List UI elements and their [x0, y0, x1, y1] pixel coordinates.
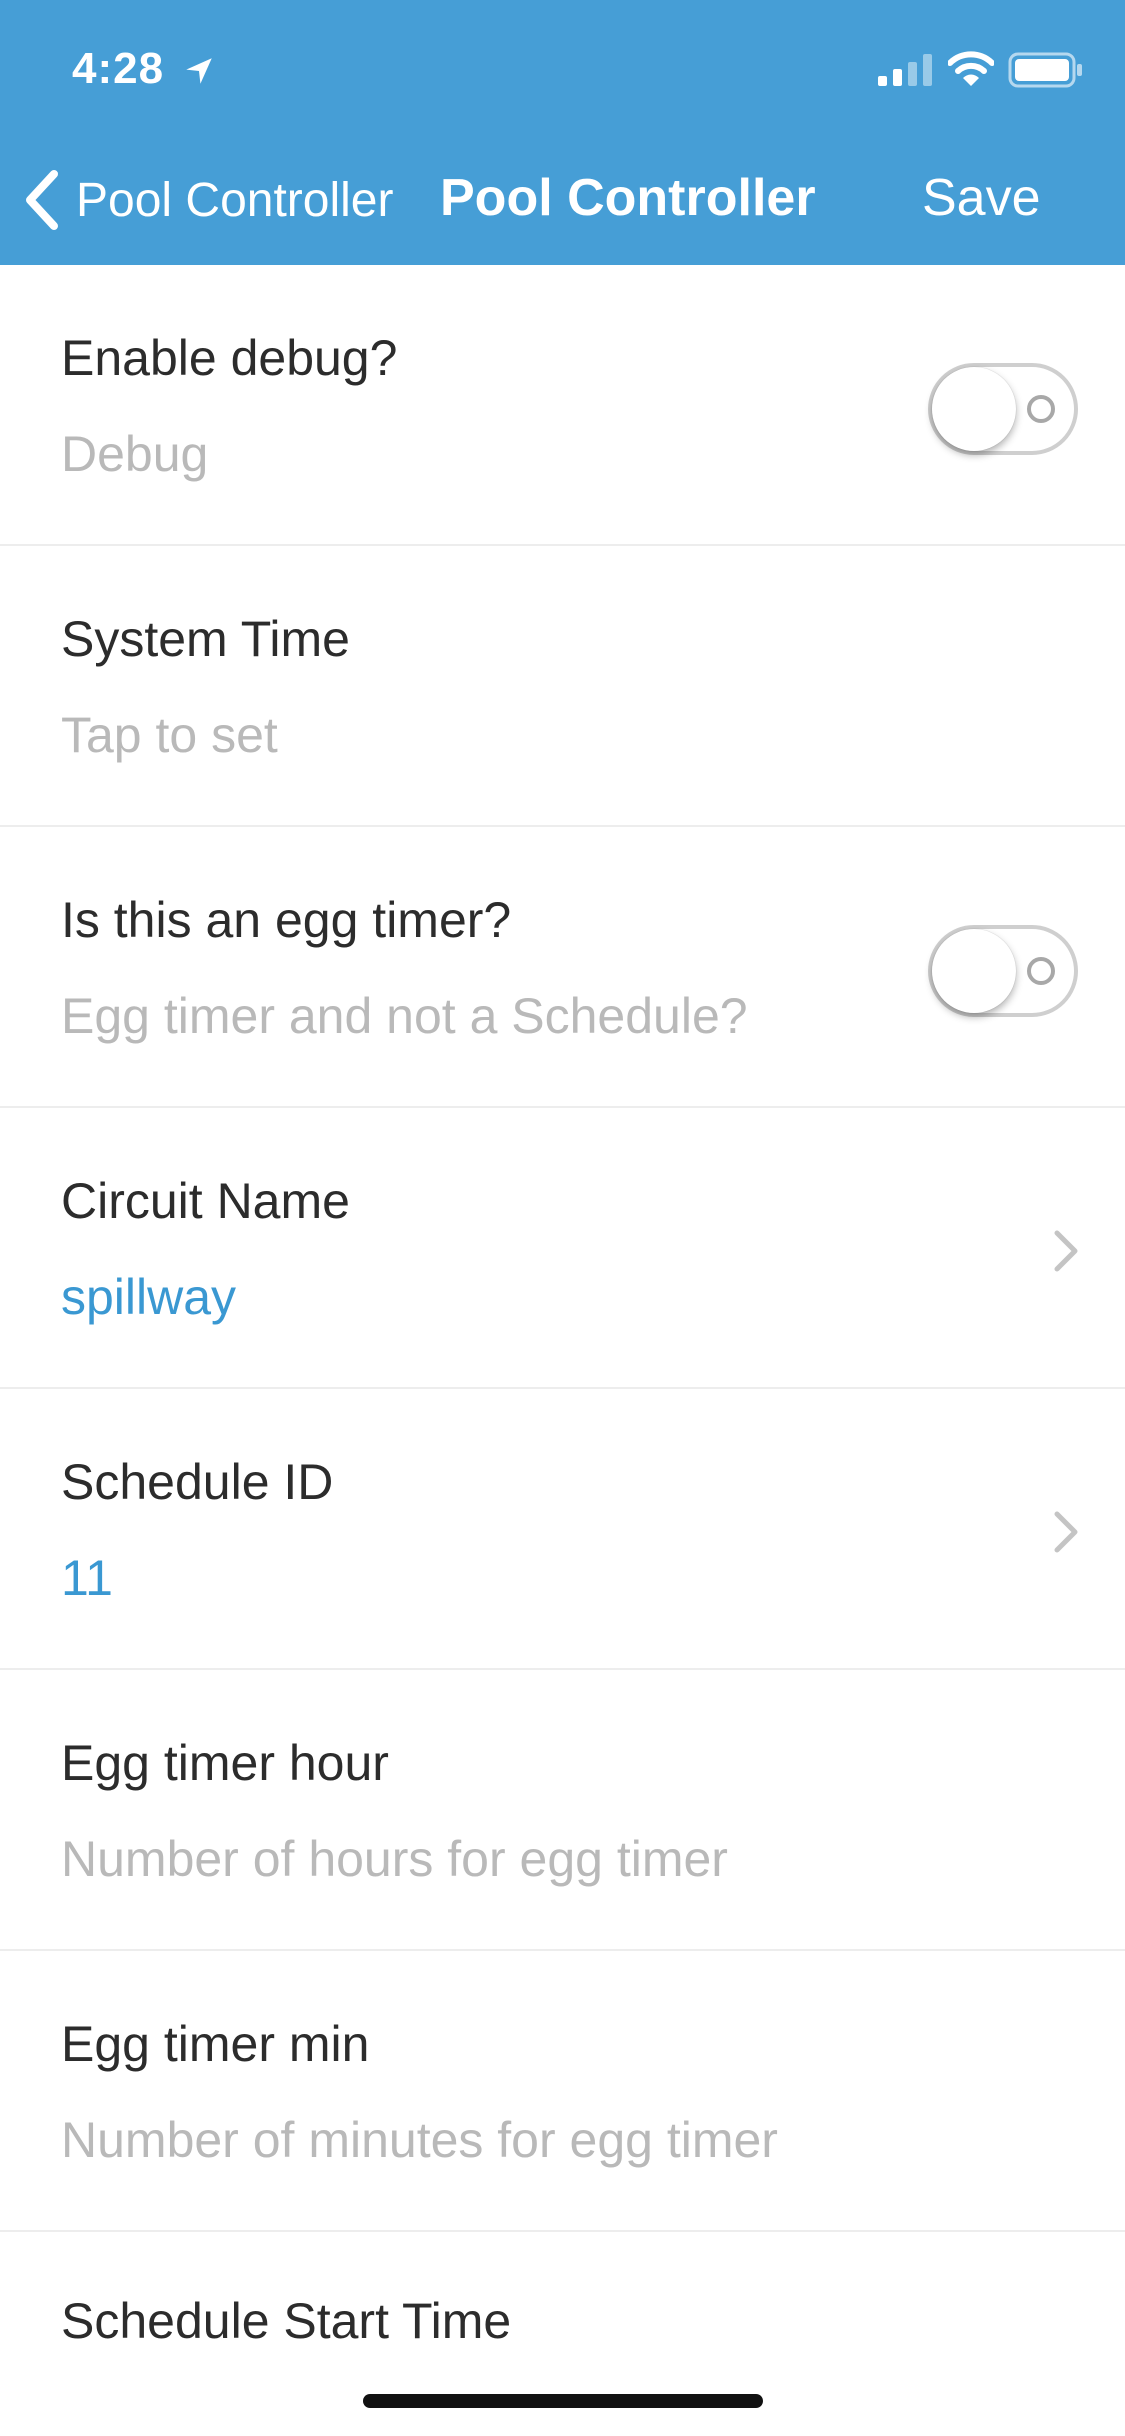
- settings-list: Enable debug? Debug System Time Tap to s…: [0, 265, 1125, 2352]
- save-button[interactable]: Save: [922, 168, 1041, 228]
- list-item-enable-debug[interactable]: Enable debug? Debug: [0, 265, 1125, 546]
- back-label: Pool Controller: [76, 173, 394, 227]
- chevron-right-icon: [1054, 1511, 1078, 1553]
- row-title: Is this an egg timer?: [61, 892, 512, 948]
- list-item-egg-timer-hour[interactable]: Egg timer hour Number of hours for egg t…: [0, 1670, 1125, 1951]
- location-arrow-icon: [186, 58, 212, 84]
- list-item-circuit-name[interactable]: Circuit Name spillway: [0, 1108, 1125, 1389]
- row-title: Circuit Name: [61, 1173, 350, 1229]
- off-indicator-icon: [1027, 957, 1055, 985]
- home-indicator[interactable]: [363, 2394, 763, 2408]
- egg-timer-toggle[interactable]: [928, 925, 1078, 1017]
- battery-icon: [1008, 52, 1082, 88]
- row-subtitle: Egg timer and not a Schedule?: [61, 988, 748, 1044]
- row-value: spillway: [61, 1269, 237, 1325]
- row-title: Egg timer min: [61, 2016, 370, 2072]
- wifi-icon: [948, 51, 994, 86]
- chevron-left-icon: [26, 170, 58, 230]
- page-title: Pool Controller: [440, 169, 816, 227]
- row-title: Schedule Start Time: [61, 2293, 512, 2349]
- debug-toggle[interactable]: [928, 363, 1078, 455]
- status-time: 4:28: [72, 44, 165, 93]
- row-subtitle: Tap to set: [61, 707, 278, 763]
- list-item-egg-timer-min[interactable]: Egg timer min Number of minutes for egg …: [0, 1951, 1125, 2232]
- back-button[interactable]: Pool Controller: [22, 160, 393, 240]
- toggle-knob: [932, 367, 1016, 451]
- toggle-knob: [932, 929, 1016, 1013]
- list-item-egg-timer[interactable]: Is this an egg timer? Egg timer and not …: [0, 827, 1125, 1108]
- row-title: Enable debug?: [61, 330, 398, 386]
- row-subtitle: Debug: [61, 426, 209, 482]
- row-title: Schedule ID: [61, 1454, 334, 1510]
- row-title: System Time: [61, 611, 350, 667]
- row-title: Egg timer hour: [61, 1735, 389, 1791]
- list-item-system-time[interactable]: System Time Tap to set: [0, 546, 1125, 827]
- list-item-schedule-id[interactable]: Schedule ID 11: [0, 1389, 1125, 1670]
- cellular-signal-icon: [878, 54, 932, 86]
- screen: 4:28 Pool Controller Pool Controller Sav…: [0, 0, 1125, 2436]
- list-item-schedule-start-time[interactable]: Schedule Start Time: [0, 2232, 1125, 2352]
- row-value: 11: [61, 1550, 113, 1606]
- row-subtitle: Number of minutes for egg timer: [61, 2112, 778, 2168]
- off-indicator-icon: [1027, 395, 1055, 423]
- row-subtitle: Number of hours for egg timer: [61, 1831, 728, 1887]
- chevron-right-icon: [1054, 1230, 1078, 1272]
- navigation-header: 4:28 Pool Controller Pool Controller Sav…: [0, 0, 1125, 265]
